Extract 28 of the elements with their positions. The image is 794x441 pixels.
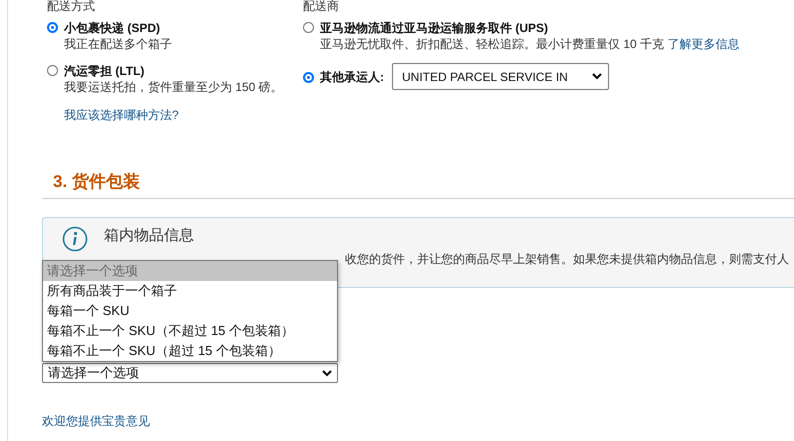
section-title: 3. 货件包装 <box>53 172 141 192</box>
carrier-select[interactable]: UNITED PARCEL SERVICE IN <box>392 63 609 90</box>
info-icon <box>62 226 88 252</box>
dropdown-option[interactable]: 每箱不止一个 SKU（不超过 15 个包装箱） <box>43 321 337 341</box>
packing-select[interactable]: 请选择一个选项 <box>42 363 338 383</box>
radio-button[interactable] <box>47 65 58 76</box>
option-description: 我要运送托拍，货件重量至少为 150 磅。 <box>64 79 283 95</box>
info-text: 收您的货件，并让您的商品尽早上架销售。如果您未提供箱内物品信息，则需支付人 <box>345 251 789 268</box>
option-description: 我正在配送多个箱子 <box>64 36 172 52</box>
chevron-icon <box>322 370 332 376</box>
dropdown-option[interactable]: 每箱不止一个 SKU（超过 15 个包装箱） <box>43 341 337 361</box>
option-description: 亚马逊无忧取件、折扣配送、轻松追踪。最小计费重量仅 10 千克 <box>320 37 664 51</box>
feedback-link[interactable]: 欢迎您提供宝贵意见 <box>42 413 150 430</box>
radio-button[interactable] <box>303 72 314 83</box>
radio-button[interactable] <box>303 22 314 33</box>
info-title: 箱内物品信息 <box>104 228 194 244</box>
help-link[interactable]: 我应该选择哪种方法? <box>64 107 179 124</box>
option-title: 汽运零担 (LTL) <box>64 63 146 79</box>
radio-button[interactable] <box>47 22 58 33</box>
learn-more-link[interactable]: 了解更多信息 <box>667 37 740 51</box>
option-title: 小包裹快递 (SPD) <box>64 20 161 36</box>
dropdown-option[interactable]: 每箱一个 SKU <box>43 301 337 321</box>
column-heading: 配送方式 <box>47 0 96 12</box>
dropdown-option[interactable]: 所有商品装于一个箱子 <box>43 281 337 301</box>
option-title: 亚马逊物流通过亚马逊运输服务取件 (UPS) <box>320 20 549 36</box>
column-heading: 配送商 <box>303 0 340 12</box>
option-label: 其他承运人: <box>320 68 384 84</box>
chevron-icon <box>592 73 602 80</box>
